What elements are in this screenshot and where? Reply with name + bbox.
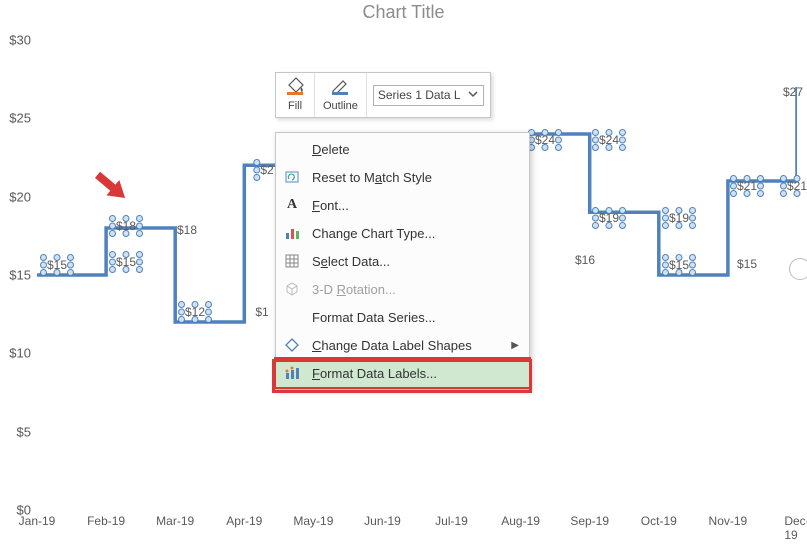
menu-item-change-data-label-shapes[interactable]: Change Data Label Shapes ▶ [276,331,529,359]
pen-icon [329,77,351,98]
menu-item-label: Select Data... [312,254,519,269]
grid-icon [282,253,302,269]
y-tick: $10 [9,346,37,361]
fill-button[interactable]: Fill [276,73,315,117]
chart-elements-button[interactable] [789,258,807,280]
menu-item-reset[interactable]: Reset to Match Style [276,163,529,191]
menu-item-change-chart-type[interactable]: Change Chart Type... [276,219,529,247]
x-tick: Aug-19 [501,510,540,528]
x-tick: Feb-19 [87,510,125,528]
data-label[interactable]: $16 [575,253,595,267]
x-tick: Sep-19 [570,510,609,528]
menu-item-label: Change Data Label Shapes [312,338,501,353]
font-icon: A [282,197,302,213]
menu-item-font[interactable]: A Font... [276,191,529,219]
x-tick: Dec-19 [784,510,807,542]
cube-icon [282,281,302,297]
x-tick: Jan-19 [19,510,56,528]
data-label[interactable]: $2 [257,163,276,177]
data-label[interactable]: $27 [783,85,803,99]
y-tick: $30 [9,33,37,48]
menu-item-3d-rotation: 3-D Rotation... [276,275,529,303]
data-label[interactable]: $18 [177,223,197,237]
outline-button[interactable]: Outline [315,73,367,117]
data-label[interactable]: $1 [255,305,268,319]
chart-title[interactable]: Chart Title [0,2,807,23]
menu-item-label: Reset to Match Style [312,170,519,185]
x-tick: Jul-19 [435,510,468,528]
data-label[interactable]: $15 [44,258,70,272]
menu-item-label: Change Chart Type... [312,226,519,241]
paint-bucket-icon [284,77,306,98]
menu-item-label: Font... [312,198,519,213]
data-label[interactable]: $21 [784,179,807,193]
data-label[interactable]: $12 [182,305,208,319]
x-tick: Jun-19 [364,510,401,528]
chart-icon [282,225,302,241]
context-menu: Delete Reset to Match Style A Font... Ch… [275,132,530,390]
x-tick: Mar-19 [156,510,194,528]
data-label[interactable]: $24 [596,133,622,147]
menu-item-label: Delete [312,142,519,157]
x-tick: Nov-19 [709,510,748,528]
data-label[interactable]: $24 [532,133,558,147]
x-tick: Oct-19 [641,510,677,528]
y-tick: $20 [9,189,37,204]
menu-item-delete[interactable]: Delete [276,135,529,163]
data-label[interactable]: $15 [113,255,139,269]
chart-element-selector[interactable]: Series 1 Data L [367,73,490,117]
reset-icon [282,169,302,185]
annotation-arrow-icon [92,165,132,205]
x-tick: May-19 [293,510,333,528]
combo-value: Series 1 Data L [378,88,461,102]
data-label-text: $2 [260,163,273,177]
x-tick: Apr-19 [226,510,262,528]
data-label[interactable]: $21 [734,179,760,193]
y-tick: $25 [9,111,37,126]
fill-label: Fill [288,100,302,112]
menu-item-label: 3-D Rotation... [312,282,519,297]
data-label[interactable]: $19 [596,211,622,225]
mini-toolbar: Fill Outline Series 1 Data L [275,72,491,118]
menu-item-format-data-labels[interactable]: Format Data Labels... [276,359,529,387]
y-tick: $15 [9,268,37,283]
shape-icon [282,337,302,353]
menu-item-label: Format Data Series... [312,310,519,325]
menu-item-select-data[interactable]: Select Data... [276,247,529,275]
data-label[interactable]: $18 [113,219,139,233]
menu-item-format-data-series[interactable]: Format Data Series... [276,303,529,331]
outline-label: Outline [323,100,358,112]
chevron-down-icon [467,88,479,103]
menu-item-label: Format Data Labels... [312,366,519,381]
y-tick: $5 [17,424,37,439]
data-label[interactable]: $15 [737,257,757,271]
data-label[interactable]: $15 [666,258,692,272]
labels-icon [282,365,302,381]
submenu-arrow-icon: ▶ [511,340,519,351]
data-label[interactable]: $19 [666,211,692,225]
